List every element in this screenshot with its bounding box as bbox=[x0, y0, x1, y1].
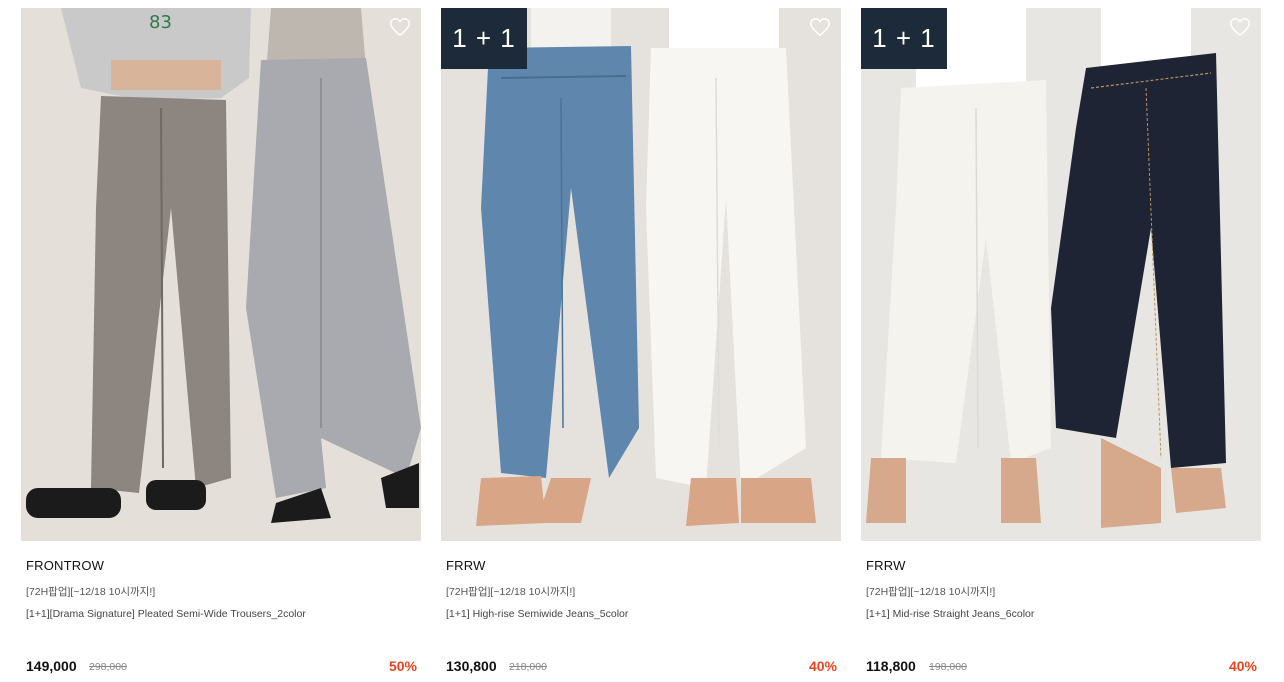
price-row: 130,800 218,000 40% bbox=[446, 658, 837, 678]
sale-price: 149,000 bbox=[26, 658, 77, 674]
sale-price: 118,800 bbox=[866, 658, 916, 674]
product-brand[interactable]: FRONTROW bbox=[26, 558, 104, 573]
one-plus-one-badge: 1 + 1 bbox=[861, 8, 947, 69]
original-price: 298,000 bbox=[89, 661, 127, 673]
heart-outline-icon[interactable] bbox=[389, 16, 411, 38]
product-card[interactable]: 1 + 1 FRRW [72H팝업][~12/18 10시까지!] [1+1] … bbox=[861, 8, 1261, 682]
product-promo: [72H팝업][~12/18 10시까지!] bbox=[866, 586, 996, 598]
price-row: 118,800 198,000 40% bbox=[866, 658, 1257, 678]
product-promo: [72H팝업][~12/18 10시까지!] bbox=[446, 586, 576, 598]
original-price: 218,000 bbox=[509, 661, 547, 673]
product-brand[interactable]: FRRW bbox=[446, 558, 486, 573]
price-row: 149,000 298,000 50% bbox=[26, 658, 417, 678]
product-card[interactable]: 1 + 1 FRRW [72H팝업][~12/18 10시까지!] [1+1] … bbox=[441, 8, 841, 682]
discount-rate: 50% bbox=[388, 658, 417, 674]
discount-rate: 40% bbox=[1228, 658, 1257, 674]
product-promo: [72H팝업][~12/18 10시까지!] bbox=[26, 586, 156, 598]
heart-outline-icon[interactable] bbox=[809, 16, 831, 38]
product-image[interactable]: 83 bbox=[21, 8, 421, 541]
heart-outline-icon[interactable] bbox=[1229, 16, 1251, 38]
svg-text:83: 83 bbox=[149, 12, 172, 33]
product-title[interactable]: [1+1][Drama Signature] Pleated Semi-Wide… bbox=[26, 608, 416, 620]
one-plus-one-badge: 1 + 1 bbox=[441, 8, 527, 69]
product-brand[interactable]: FRRW bbox=[866, 558, 906, 573]
product-image[interactable] bbox=[441, 8, 841, 541]
product-card[interactable]: 83 FRONTROW [72H팝업][~12/18 10시까지!] [1+1]… bbox=[21, 8, 421, 682]
discount-rate: 40% bbox=[808, 658, 837, 674]
product-title[interactable]: [1+1] Mid-rise Straight Jeans_6color bbox=[866, 608, 1256, 620]
product-title[interactable]: [1+1] High-rise Semiwide Jeans_5color bbox=[446, 608, 836, 620]
original-price: 198,000 bbox=[929, 661, 967, 673]
product-image[interactable] bbox=[861, 8, 1261, 541]
product-grid: 83 FRONTROW [72H팝업][~12/18 10시까지!] [1+1]… bbox=[0, 0, 1284, 682]
sale-price: 130,800 bbox=[446, 658, 497, 674]
